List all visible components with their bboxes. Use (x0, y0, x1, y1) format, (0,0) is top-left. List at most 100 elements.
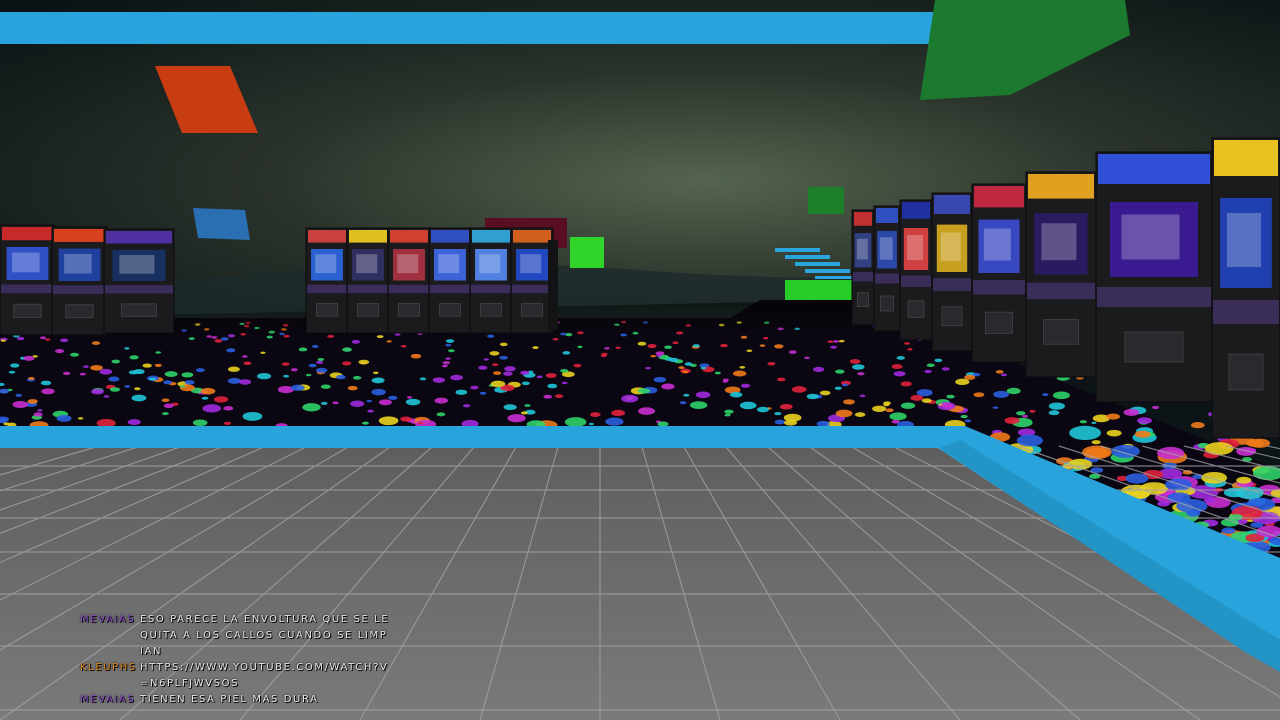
arcade-cabinet[interactable] (305, 227, 349, 334)
carpet-dot (973, 392, 985, 398)
carpet-dot (163, 403, 174, 408)
carpet-dot (1106, 413, 1120, 420)
arcade-cabinet[interactable] (428, 227, 472, 334)
carpet-dot (941, 402, 953, 408)
arcade-cabinet[interactable] (387, 227, 431, 334)
carpet-dot (350, 400, 365, 407)
carpet-dot (992, 406, 999, 409)
carpet-dot (503, 404, 517, 411)
carpet-dot (1152, 405, 1160, 410)
carpet-dot (83, 365, 89, 369)
carpet-dot (638, 407, 655, 415)
arcade-cabinet[interactable] (346, 227, 390, 334)
carpet-dot (23, 355, 35, 361)
arcade-cabinet[interactable] (1211, 137, 1280, 439)
carpet-dot (315, 360, 324, 364)
carpet-dot (388, 395, 398, 400)
carpet-dot (455, 389, 468, 395)
carpet-dot (499, 355, 508, 360)
carpet-dot (487, 334, 495, 338)
carpet-dot (545, 373, 557, 378)
carpet-dot (493, 371, 502, 375)
arcade-cabinet[interactable] (103, 228, 175, 334)
carpet-dot (724, 409, 734, 414)
carpet-dot (740, 335, 748, 339)
carpet-dot (507, 414, 526, 423)
carpet-dot (1123, 408, 1140, 416)
carpet-dot (722, 380, 728, 383)
carpet-dot (590, 412, 601, 417)
carpet-dot (647, 343, 657, 349)
arcade-cabinet[interactable] (51, 226, 108, 336)
carpet-dot (1016, 411, 1026, 416)
carpet-dot (163, 380, 173, 385)
arcade-cabinet[interactable] (0, 224, 56, 336)
carpet-dot (1236, 476, 1252, 484)
carpet-dot (946, 394, 955, 399)
carpet-dot (351, 340, 361, 344)
carpet-dot (56, 415, 72, 422)
carpet-dot (15, 393, 23, 397)
arcade-cabinet[interactable] (931, 192, 973, 352)
carpet-dot (8, 370, 16, 374)
carpet-dot (1134, 430, 1151, 438)
arcade-cabinet[interactable] (899, 199, 933, 341)
carpet-dot (833, 340, 839, 343)
carpet-dot (672, 341, 679, 345)
carpet-dot (964, 419, 972, 423)
carpet-dot (1091, 421, 1097, 424)
carpet-dot (362, 421, 369, 425)
carpet-dot (819, 390, 831, 396)
arcade-cabinet[interactable] (851, 209, 875, 326)
carpet-dot (739, 365, 746, 369)
arcade-cabinet[interactable] (873, 205, 901, 332)
carpet-dot (763, 336, 769, 340)
carpet-dot (664, 345, 672, 349)
carpet-dot (656, 354, 662, 358)
carpet-dot (134, 387, 141, 391)
carpet-dot (499, 342, 508, 347)
carpet-dot (298, 347, 308, 352)
arcade-cabinet[interactable] (1095, 151, 1213, 403)
carpet-dot (536, 375, 543, 379)
carpet-dot (223, 406, 234, 411)
carpet-dot (373, 371, 379, 375)
carpet-dot (835, 369, 845, 374)
carpet-dot (504, 366, 516, 372)
carpet-dot (99, 368, 113, 375)
arcade-cabinet[interactable] (971, 183, 1027, 363)
carpet-dot (358, 359, 370, 365)
carpet-dot (700, 366, 706, 370)
arcade-cabinet[interactable] (469, 227, 513, 334)
carpet-dot (227, 366, 240, 372)
carpet-dot (653, 376, 667, 383)
carpet-dot (366, 399, 372, 403)
carpet-dot (432, 377, 446, 383)
carpet-dot (720, 343, 728, 348)
arcade-cabinet[interactable] (510, 227, 554, 334)
carpet-dot (730, 391, 743, 398)
chat-nick: MEVAIAS (80, 614, 136, 625)
carpet-dot (788, 350, 797, 354)
carpet-dot (305, 373, 312, 377)
carpet-dot (108, 376, 120, 382)
carpet-dot (1091, 440, 1101, 445)
carpet-dot (445, 339, 455, 343)
floating-green-block-small (808, 187, 844, 214)
carpet-dot (332, 401, 339, 405)
carpet-dot (1004, 417, 1020, 424)
carpet-dot (577, 345, 583, 349)
carpet-dot (410, 353, 422, 359)
carpet-dot (804, 356, 810, 360)
carpet-dot (520, 370, 530, 375)
carpet-dot (543, 394, 553, 399)
arcade-cabinet[interactable] (1025, 171, 1097, 378)
carpet-dot (154, 363, 162, 368)
carpet-dot (759, 344, 766, 347)
carpet-dot (371, 377, 385, 384)
carpet-dot (1204, 442, 1234, 456)
carpet-dot (573, 363, 582, 368)
carpet-dot (1079, 420, 1087, 424)
carpet-dot (441, 364, 448, 368)
carpet-dot (872, 405, 887, 412)
